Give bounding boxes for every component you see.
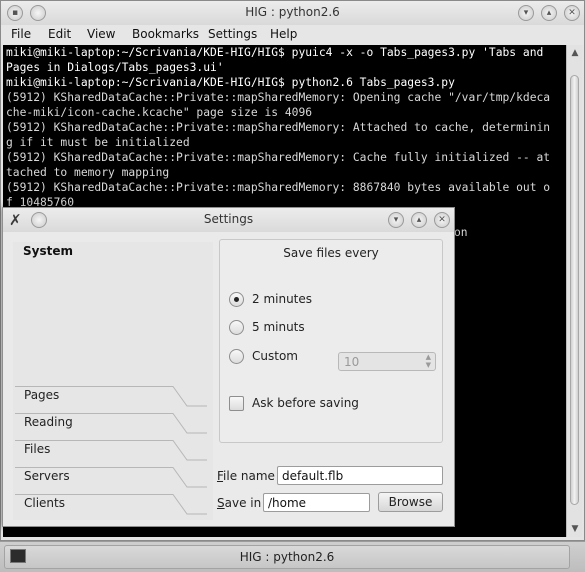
close-icon[interactable]: ✕ bbox=[564, 5, 580, 21]
save-in-field[interactable] bbox=[263, 493, 370, 512]
sidebar-tab-label: Files bbox=[24, 442, 51, 456]
window-titlebar[interactable]: ▪ HIG : python2.6 ▾ ▴ ✕ bbox=[1, 1, 584, 25]
terminal-line: che-miki/icon-cache.kcache" page size is… bbox=[6, 106, 313, 119]
menu-help[interactable]: Help bbox=[270, 27, 297, 41]
sidebar-tab-label: Pages bbox=[24, 388, 60, 402]
group-title: Save files every bbox=[283, 246, 379, 260]
scroll-down-icon[interactable]: ▼ bbox=[569, 523, 581, 535]
custom-interval-spinbox[interactable]: 10 ▲ ▼ bbox=[338, 352, 436, 371]
dialog-title: Settings bbox=[203, 212, 254, 226]
radio-5-minutes[interactable] bbox=[229, 320, 244, 335]
terminal-line: Pages in Dialogs/Tabs_pages3.ui' bbox=[6, 61, 224, 74]
sidebar-tab-pages[interactable]: Pages bbox=[15, 386, 215, 413]
dialog-minimize-icon[interactable]: ▾ bbox=[388, 212, 404, 228]
scrollbar-thumb[interactable] bbox=[570, 75, 579, 505]
dialog-maximize-icon[interactable]: ▴ bbox=[411, 212, 427, 228]
taskbar-item-label: HIG : python2.6 bbox=[239, 550, 335, 564]
minimize-icon[interactable]: ▾ bbox=[518, 5, 534, 21]
taskbar-item[interactable]: HIG : python2.6 bbox=[4, 545, 570, 569]
menu-file[interactable]: File bbox=[11, 27, 31, 41]
save-in-label: Save in bbox=[217, 496, 262, 510]
menubar: File Edit View Bookmarks Settings Help bbox=[1, 25, 584, 45]
sidebar-tab-clients[interactable]: Clients bbox=[15, 494, 215, 521]
taskbar: HIG : python2.6 bbox=[0, 541, 585, 572]
spinbox-value: 10 bbox=[344, 355, 360, 369]
radio-label[interactable]: 5 minuts bbox=[252, 320, 305, 334]
menu-view[interactable]: View bbox=[87, 27, 115, 41]
terminal-line: (5912) KSharedDataCache::Private::mapSha… bbox=[6, 91, 551, 104]
window-title: HIG : python2.6 bbox=[245, 5, 340, 19]
radio-label[interactable]: Custom bbox=[252, 349, 298, 363]
radio-2-minutes[interactable] bbox=[229, 292, 244, 307]
terminal-scrollbar[interactable]: ▲ ▼ bbox=[566, 45, 582, 537]
terminal-obscured-text: on bbox=[454, 226, 468, 239]
save-interval-group: Save files every 2 minutes 5 minuts Cust… bbox=[219, 239, 443, 443]
menu-bookmarks[interactable]: Bookmarks bbox=[132, 27, 199, 41]
sidebar-current-section: System bbox=[23, 244, 73, 258]
sidebar-tab-reading[interactable]: Reading bbox=[15, 413, 215, 440]
settings-dialog: ✗ Settings ▾ ▴ ✕ System Pages Reading Fi… bbox=[2, 207, 455, 527]
maximize-icon[interactable]: ▴ bbox=[541, 5, 557, 21]
terminal-line: (5912) KSharedDataCache::Private::mapSha… bbox=[6, 181, 551, 194]
dialog-close-icon[interactable]: ✕ bbox=[434, 212, 450, 228]
file-name-input[interactable] bbox=[278, 467, 442, 484]
sidebar-tab-label: Clients bbox=[24, 496, 65, 510]
sidebar-tab-label: Reading bbox=[24, 415, 73, 429]
file-name-label: File name bbox=[217, 469, 275, 483]
save-in-input[interactable] bbox=[264, 494, 369, 511]
sidebar-tab-label: Servers bbox=[24, 469, 70, 483]
dialog-titlebar[interactable]: ✗ Settings ▾ ▴ ✕ bbox=[3, 208, 454, 232]
terminal-line: miki@miki-laptop:~/Scrivania/KDE-HIG/HIG… bbox=[6, 76, 455, 89]
sidebar-tab-servers[interactable]: Servers bbox=[15, 467, 215, 494]
file-name-field[interactable] bbox=[277, 466, 443, 485]
terminal-line: tached to memory mapping bbox=[6, 166, 170, 179]
radio-label[interactable]: 2 minutes bbox=[252, 292, 312, 306]
menu-edit[interactable]: Edit bbox=[48, 27, 71, 41]
checkbox-label[interactable]: Ask before saving bbox=[252, 396, 359, 410]
scroll-up-icon[interactable]: ▲ bbox=[569, 47, 581, 59]
spinbox-arrows-icon[interactable]: ▲ ▼ bbox=[426, 353, 431, 369]
terminal-line: (5912) KSharedDataCache::Private::mapSha… bbox=[6, 121, 551, 134]
terminal-line: miki@miki-laptop:~/Scrivania/KDE-HIG/HIG… bbox=[6, 46, 544, 59]
radio-custom[interactable] bbox=[229, 349, 244, 364]
settings-sidebar: System Pages Reading Files Servers Clien… bbox=[13, 242, 213, 520]
menu-settings[interactable]: Settings bbox=[208, 27, 257, 41]
sidebar-tab-files[interactable]: Files bbox=[15, 440, 215, 467]
ask-before-saving-checkbox[interactable] bbox=[229, 396, 244, 411]
browse-button[interactable]: Browse bbox=[378, 492, 443, 512]
terminal-line: (5912) KSharedDataCache::Private::mapSha… bbox=[6, 151, 551, 164]
terminal-line: g if it must be initialized bbox=[6, 136, 190, 149]
